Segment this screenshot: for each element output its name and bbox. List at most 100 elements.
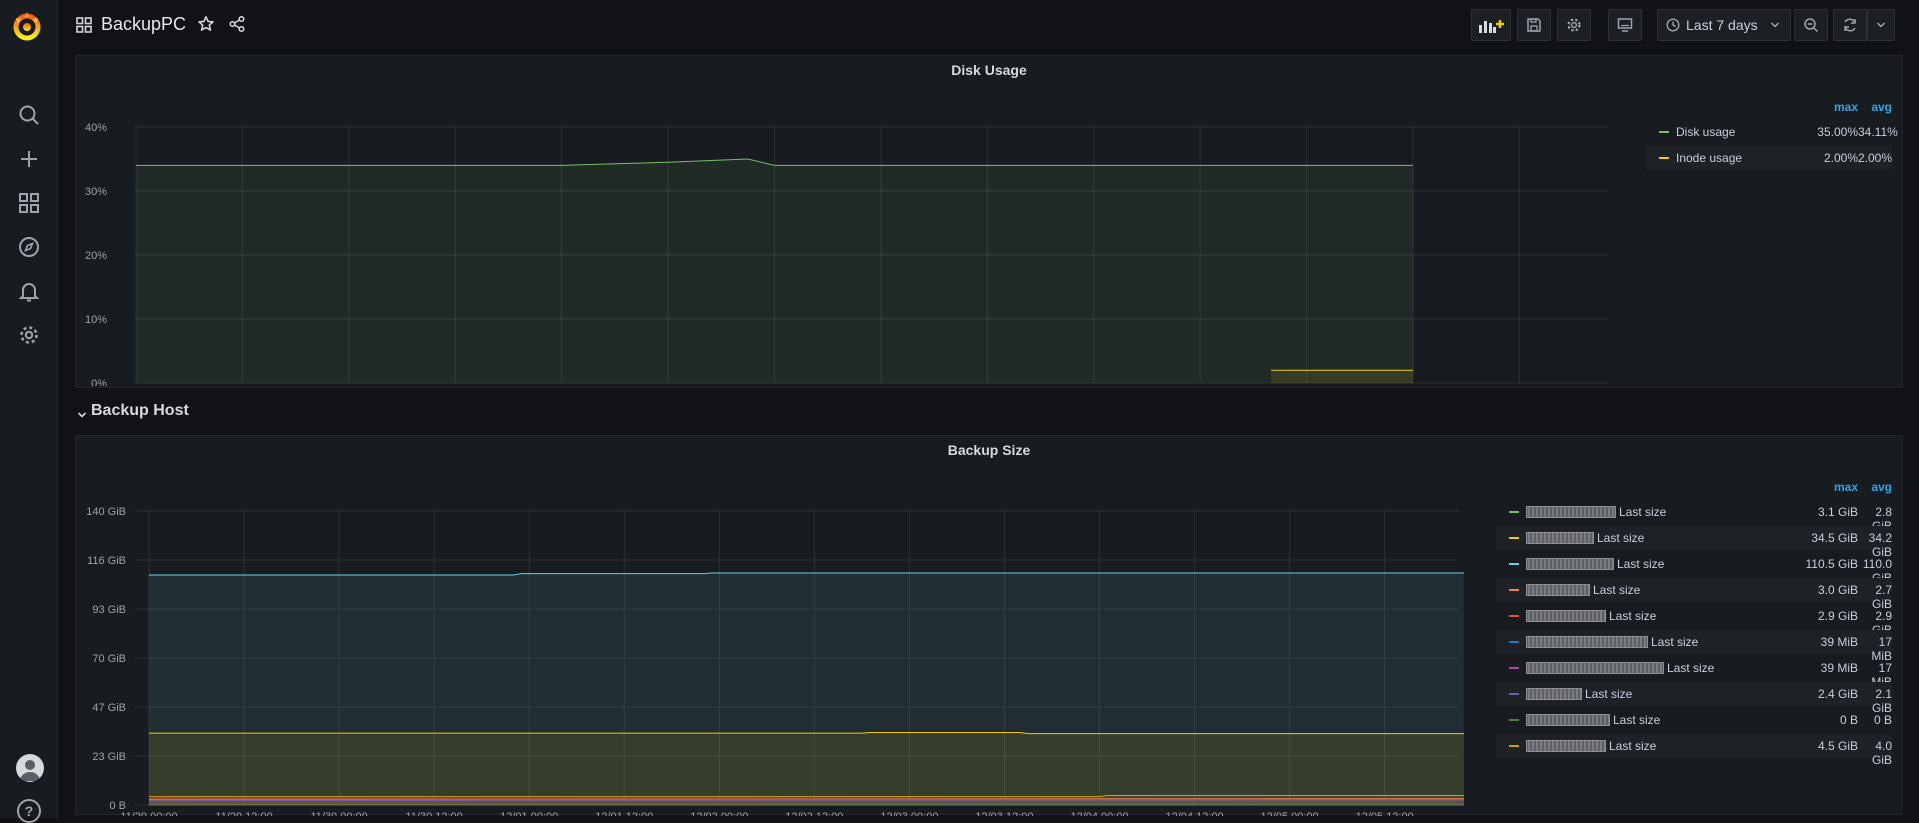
legend-avg-value: 2.00% — [1858, 151, 1892, 165]
legend-item[interactable]: Last size110.5 GiB110.0 GiB — [1496, 552, 1892, 576]
dashboard-settings-button[interactable] — [1557, 9, 1591, 41]
help-icon[interactable]: ? — [17, 799, 41, 823]
add-panel-button[interactable] — [1471, 9, 1511, 41]
series-color-swatch — [1659, 131, 1669, 133]
x-tick-label: 12/01 00:00 — [500, 811, 558, 816]
legend-item[interactable]: Inode usage 2.00% 2.00% — [1646, 146, 1892, 170]
legend-series-name: Last size — [1526, 557, 1664, 571]
series-color-swatch — [1509, 615, 1519, 617]
legend-max-value: 39 MiB — [1796, 661, 1858, 675]
legend-item[interactable]: Last size39 MiB17 MiB — [1496, 630, 1892, 654]
legend-max-value: 0 B — [1796, 713, 1858, 727]
legend-max-value: 35.00% — [1796, 125, 1858, 139]
legend-item[interactable]: Last size0 B0 B — [1496, 708, 1892, 732]
legend-max-value: 4.5 GiB — [1796, 739, 1858, 753]
series-color-swatch — [1509, 693, 1519, 695]
legend-item[interactable]: Disk usage 35.00% 34.11% — [1646, 120, 1892, 144]
refresh-icon — [1842, 17, 1858, 33]
series-line — [149, 800, 1464, 801]
legend-header-avg[interactable]: avg — [1858, 480, 1892, 494]
refresh-interval-dropdown[interactable] — [1867, 9, 1895, 41]
row-collapse-chevron-icon[interactable] — [77, 407, 87, 425]
backup-size-legend: max avg Last size3.1 GiB2.8 GiBLast size… — [1496, 480, 1892, 800]
legend-max-value: 2.00% — [1796, 151, 1858, 165]
legend-series-name: Last size — [1526, 583, 1640, 597]
legend-series-label: Last size — [1617, 557, 1664, 571]
legend-series-name: Inode usage — [1676, 151, 1742, 165]
series-area — [136, 159, 1413, 383]
redacted-host-name — [1526, 740, 1606, 752]
legend-series-label: Last size — [1609, 609, 1656, 623]
panel-title[interactable]: Backup Size — [76, 442, 1902, 458]
series-color-swatch — [1509, 719, 1519, 721]
y-tick-label: 140 GiB — [86, 506, 126, 518]
share-icon[interactable] — [228, 15, 246, 38]
legend-series-label: Last size — [1667, 661, 1714, 675]
legend-series-name: Disk usage — [1676, 125, 1735, 139]
x-tick-label: 12/04 00:00 — [1070, 811, 1128, 816]
refresh-button[interactable] — [1833, 9, 1867, 41]
tv-mode-icon — [1617, 17, 1633, 33]
legend-item[interactable]: Last size2.9 GiB2.9 GiB — [1496, 604, 1892, 628]
x-tick-label: 12/01 12:00 — [595, 811, 653, 816]
disk-usage-chart[interactable]: 0%10%20%30%40%11/29 00:0011/29 12:0011/3… — [76, 86, 1636, 386]
dashboards-icon[interactable] — [0, 185, 58, 221]
legend-item[interactable]: Last size3.0 GiB2.7 GiB — [1496, 578, 1892, 602]
legend-item[interactable]: Last size2.4 GiB2.1 GiB — [1496, 682, 1892, 706]
legend-header-avg[interactable]: avg — [1858, 100, 1892, 114]
dashboard-title[interactable]: BackupPC — [101, 14, 186, 35]
zoom-out-button[interactable] — [1794, 9, 1828, 41]
x-tick-label: 12/02 00:00 — [690, 811, 748, 816]
y-tick-label: 20% — [85, 250, 107, 262]
backup-size-panel: Backup Size 0 B23 GiB47 GiB70 GiB93 GiB1… — [75, 435, 1903, 815]
grafana-logo-icon[interactable] — [11, 10, 47, 42]
time-range-picker[interactable]: Last 7 days — [1657, 9, 1791, 41]
configuration-gear-icon[interactable] — [0, 317, 58, 353]
series-area — [149, 733, 1464, 805]
series-color-swatch — [1509, 511, 1519, 513]
legend-item[interactable]: Last size34.5 GiB34.2 GiB — [1496, 526, 1892, 550]
legend-item[interactable]: Last size4.5 GiB4.0 GiB — [1496, 734, 1892, 758]
alerting-bell-icon[interactable] — [0, 273, 58, 309]
x-tick-label: 12/05 00:00 — [1261, 811, 1319, 816]
x-tick-label: 12/03 00:00 — [880, 811, 938, 816]
star-icon[interactable] — [197, 15, 215, 38]
x-tick-label: 12/02 12:00 — [785, 811, 843, 816]
y-tick-label: 40% — [85, 122, 107, 134]
legend-header-max[interactable]: max — [1796, 480, 1858, 494]
x-tick-label: 11/29 12:00 — [215, 811, 272, 816]
legend-series-label: Last size — [1597, 531, 1644, 545]
user-avatar[interactable] — [16, 754, 44, 782]
save-dashboard-button[interactable] — [1517, 9, 1551, 41]
row-title-backup-host[interactable]: Backup Host — [91, 402, 189, 420]
plus-icon[interactable] — [0, 141, 58, 177]
search-icon[interactable] — [0, 97, 58, 133]
legend-item[interactable]: Last size39 MiB17 MiB — [1496, 656, 1892, 680]
redacted-host-name — [1526, 610, 1606, 622]
legend-item[interactable]: Last size3.1 GiB2.8 GiB — [1496, 500, 1892, 524]
panel-title[interactable]: Disk Usage — [76, 62, 1902, 78]
legend-series-name: Last size — [1526, 635, 1698, 649]
series-color-swatch — [1509, 563, 1519, 565]
redacted-host-name — [1526, 506, 1616, 518]
dashboard-grid-icon — [76, 17, 92, 38]
y-tick-label: 116 GiB — [87, 555, 126, 567]
redacted-host-name — [1526, 532, 1594, 544]
explore-icon[interactable] — [0, 229, 58, 265]
legend-max-value: 2.4 GiB — [1796, 687, 1858, 701]
backup-size-chart[interactable]: 0 B23 GiB47 GiB70 GiB93 GiB116 GiB140 Gi… — [76, 466, 1496, 816]
legend-series-label: Last size — [1609, 739, 1656, 753]
tv-mode-button[interactable] — [1608, 9, 1642, 41]
legend-series-name: Last size — [1526, 713, 1660, 727]
gear-icon — [1566, 17, 1582, 33]
legend-series-name: Last size — [1526, 739, 1656, 753]
disk-usage-panel: Disk Usage 0%10%20%30%40%11/29 00:0011/2… — [75, 55, 1903, 388]
legend-avg-value: 34.11% — [1858, 125, 1892, 139]
legend-header-max[interactable]: max — [1796, 100, 1858, 114]
x-tick-label: 12/03 12:00 — [975, 811, 1033, 816]
legend-max-value: 3.1 GiB — [1796, 505, 1858, 519]
legend-max-value: 3.0 GiB — [1796, 583, 1858, 597]
series-color-swatch — [1509, 537, 1519, 539]
x-tick-label: 11/30 00:00 — [310, 811, 367, 816]
y-tick-label: 10% — [85, 314, 107, 326]
